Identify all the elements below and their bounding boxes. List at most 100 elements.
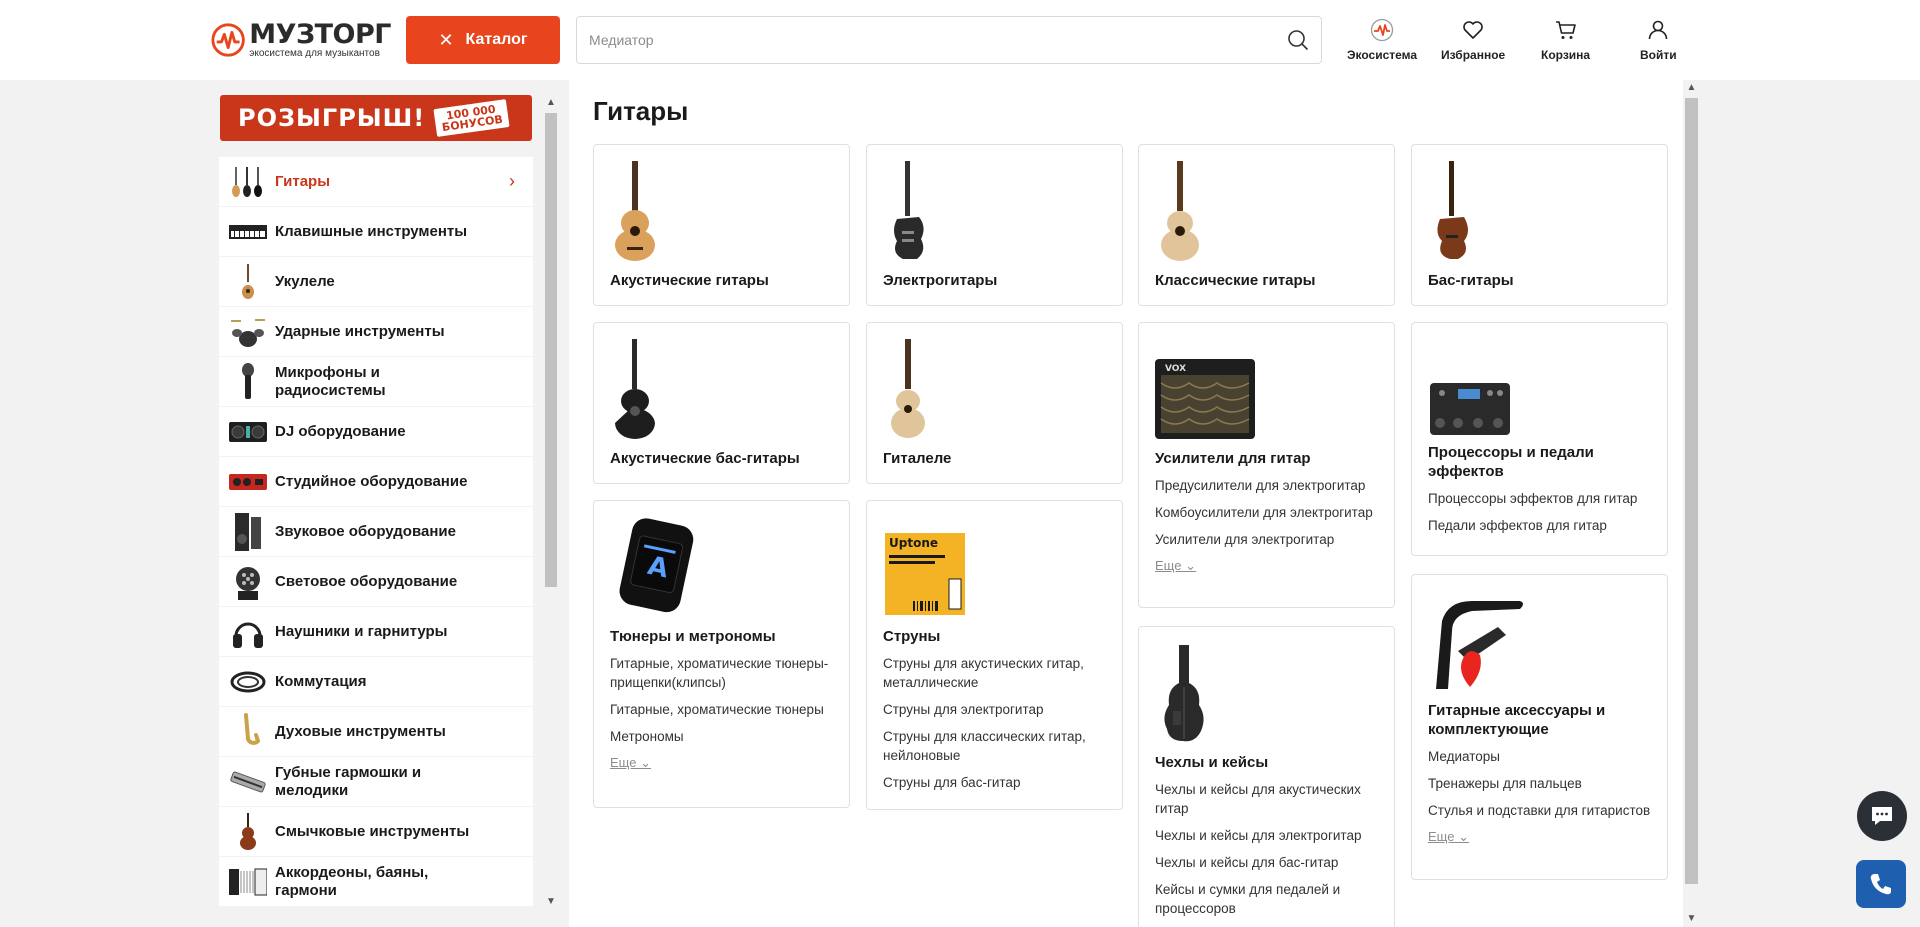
scroll-down-icon[interactable]: ▼ bbox=[1683, 911, 1700, 927]
promo-badge: 100 000 БОНУСОВ bbox=[433, 99, 511, 137]
search-icon[interactable] bbox=[1287, 29, 1309, 51]
sidebar-item-label: Световое оборудование bbox=[275, 572, 458, 590]
tuner-image: A bbox=[610, 517, 720, 617]
sidebar-item-label: Звуковое оборудование bbox=[275, 522, 456, 540]
call-button[interactable] bbox=[1856, 860, 1906, 908]
promo-banner[interactable]: РОЗЫГРЫШ! 100 000 БОНУСОВ bbox=[220, 95, 532, 141]
category-card-strings[interactable]: Uptone Струны Струны для акустических ги… bbox=[866, 500, 1123, 810]
catalog-label: Каталог bbox=[465, 31, 528, 48]
category-card-tuners[interactable]: A Тюнеры и метрономы Гитарные, хроматиче… bbox=[593, 500, 850, 808]
chevron-down-icon: ⌄ bbox=[1185, 558, 1196, 573]
sidebar-item-sound[interactable]: Звуковое оборудование bbox=[219, 507, 533, 556]
scroll-up-icon[interactable]: ▲ bbox=[543, 95, 559, 111]
more-link[interactable]: Еще ⌄ bbox=[1428, 829, 1469, 844]
subcategory-link[interactable]: Тренажеры для пальцев bbox=[1428, 774, 1651, 793]
dj-thumb bbox=[229, 413, 267, 451]
category-card-electric[interactable]: Электрогитары bbox=[866, 144, 1123, 306]
sidebar-item-microphones[interactable]: Микрофоны и радиосистемы bbox=[219, 357, 533, 406]
user-icon bbox=[1649, 20, 1668, 40]
category-card-cases[interactable]: Чехлы и кейсы Чехлы и кейсы для акустиче… bbox=[1138, 626, 1395, 927]
sidebar-item-label: Клавишные инструменты bbox=[275, 222, 468, 240]
subcategory-link[interactable]: Предусилители для электрогитар bbox=[1155, 476, 1378, 495]
category-card-guitalele[interactable]: Гиталеле bbox=[866, 322, 1123, 484]
subcategory-link[interactable]: Стулья и подставки для гитаристов bbox=[1428, 801, 1651, 820]
keyboards-thumb bbox=[229, 213, 267, 251]
more-link[interactable]: Еще ⌄ bbox=[610, 755, 651, 770]
subcategory-link[interactable]: Кейсы и сумки для педалей и процессоров bbox=[1155, 880, 1378, 918]
subcategory-link[interactable]: Струны для акустических гитар, металличе… bbox=[883, 654, 1106, 692]
speaker-thumb bbox=[229, 512, 267, 551]
card-title: Струны bbox=[883, 628, 941, 645]
subcategory-link[interactable]: Метрономы bbox=[610, 727, 833, 746]
sidebar-item-dj[interactable]: DJ оборудование bbox=[219, 407, 533, 456]
content-scrollbar[interactable]: ▲ ▼ bbox=[1683, 80, 1700, 927]
more-link[interactable]: Еще ⌄ bbox=[1155, 558, 1196, 573]
chevron-down-icon: ⌄ bbox=[640, 755, 651, 770]
catalog-button[interactable]: ✕ Каталог bbox=[406, 16, 560, 64]
subcategory-link[interactable]: Процессоры эффектов для гитар bbox=[1428, 489, 1651, 508]
search-input[interactable] bbox=[577, 17, 1257, 63]
sidebar-item-wind[interactable]: Духовые инструменты bbox=[219, 707, 533, 756]
sidebar-item-ukulele[interactable]: Укулеле bbox=[219, 257, 533, 306]
subcategory-link[interactable]: Усилители для электрогитар bbox=[1155, 530, 1378, 549]
category-card-amps[interactable]: VOX Усилители для гитар Предусилители дл… bbox=[1138, 322, 1395, 608]
subcategory-link[interactable]: Чехлы и кейсы для бас-гитар bbox=[1155, 853, 1378, 872]
sidebar-item-keyboards[interactable]: Клавишные инструменты bbox=[219, 207, 533, 256]
category-card-accessories[interactable]: Гитарные аксессуары и комплектующие Меди… bbox=[1411, 574, 1668, 880]
chat-button[interactable] bbox=[1857, 791, 1907, 841]
sidebar-item-label: Аккордеоны, баяны, гармони bbox=[275, 863, 429, 899]
subcategory-link[interactable]: Гитарные, хроматические тюнеры bbox=[610, 700, 833, 719]
logo[interactable]: МУЗТОРГ экосистема для музыкантов bbox=[211, 21, 391, 59]
scrollbar-thumb[interactable] bbox=[545, 113, 557, 587]
subcategory-link[interactable]: Медиаторы bbox=[1428, 747, 1651, 766]
promo-title: РОЗЫГРЫШ! bbox=[238, 104, 426, 132]
more-label: Еще bbox=[1428, 829, 1455, 844]
sidebar-item-label: Ударные инструменты bbox=[275, 322, 445, 340]
saxophone-thumb bbox=[229, 712, 267, 751]
favorites-link[interactable]: Избранное bbox=[1441, 18, 1505, 62]
scroll-down-icon[interactable]: ▼ bbox=[543, 894, 559, 910]
category-card-classic[interactable]: Классические гитары bbox=[1138, 144, 1395, 306]
sidebar-item-guitars[interactable]: Гитары › bbox=[219, 157, 533, 206]
chevron-right-icon: › bbox=[509, 171, 515, 191]
sidebar-item-accordions[interactable]: Аккордеоны, баяны, гармони bbox=[219, 857, 533, 906]
sidebar-item-cables[interactable]: Коммутация bbox=[219, 657, 533, 706]
sidebar-scrollbar[interactable]: ▲ ▼ bbox=[543, 95, 559, 910]
ecosystem-link[interactable]: Экосистема bbox=[1347, 18, 1417, 62]
subcategory-link[interactable]: Педали эффектов для гитар bbox=[1428, 516, 1651, 535]
category-card-bass[interactable]: Бас-гитары bbox=[1411, 144, 1668, 306]
classic-guitar-image bbox=[1155, 161, 1265, 261]
scrollbar-thumb[interactable] bbox=[1685, 98, 1698, 884]
guitalele-image bbox=[883, 339, 993, 439]
logo-subtitle: экосистема для музыкантов bbox=[249, 47, 380, 59]
catalog-sidebar: РОЗЫГРЫШ! 100 000 БОНУСОВ Гитары › Клави… bbox=[219, 95, 563, 910]
favorites-label: Избранное bbox=[1441, 48, 1506, 62]
scroll-up-icon[interactable]: ▲ bbox=[1683, 80, 1700, 96]
sidebar-item-studio[interactable]: Студийное оборудование bbox=[219, 457, 533, 506]
sidebar-item-label: Наушники и гарнитуры bbox=[275, 622, 448, 640]
cart-link[interactable]: Корзина bbox=[1541, 18, 1590, 62]
subcategory-link[interactable]: Чехлы и кейсы для электрогитар bbox=[1155, 826, 1378, 845]
subcategory-link[interactable]: Струны для классических гитар, нейлоновы… bbox=[883, 727, 1106, 765]
subcategory-link[interactable]: Гитарные, хроматические тюнеры-прищепки(… bbox=[610, 654, 833, 692]
subcategory-link[interactable]: Чехлы и кейсы для акустических гитар bbox=[1155, 780, 1378, 818]
sidebar-item-drums[interactable]: Ударные инструменты bbox=[219, 307, 533, 356]
subcategory-link[interactable]: Струны для электрогитар bbox=[883, 700, 1106, 719]
subcategory-link[interactable]: Комбоусилители для электрогитар bbox=[1155, 503, 1378, 522]
harmonica-thumb bbox=[229, 763, 267, 801]
sidebar-item-harmonicas[interactable]: Губные гармошки и мелодики bbox=[219, 757, 533, 806]
sidebar-item-headphones[interactable]: Наушники и гарнитуры bbox=[219, 607, 533, 656]
login-link[interactable]: Войти bbox=[1640, 18, 1677, 62]
bass-guitar-image bbox=[1428, 161, 1538, 261]
category-card-pedals[interactable]: Процессоры и педали эффектов Процессоры … bbox=[1411, 322, 1668, 556]
sidebar-item-lighting[interactable]: Световое оборудование bbox=[219, 557, 533, 606]
category-card-acoustic[interactable]: Акустические гитары bbox=[593, 144, 850, 306]
sidebar-item-strings[interactable]: Смычковые инструменты bbox=[219, 807, 533, 856]
strings-brand: Uptone bbox=[889, 536, 938, 550]
card-title: Чехлы и кейсы bbox=[1155, 754, 1269, 771]
category-card-acoustic-bass[interactable]: Акустические бас-гитары bbox=[593, 322, 850, 484]
subcategory-link[interactable]: Струны для бас-гитар bbox=[883, 773, 1106, 792]
sidebar-item-label: Студийное оборудование bbox=[275, 472, 468, 490]
card-title: Усилители для гитар bbox=[1155, 450, 1311, 467]
gig-bag-image bbox=[1155, 643, 1265, 743]
